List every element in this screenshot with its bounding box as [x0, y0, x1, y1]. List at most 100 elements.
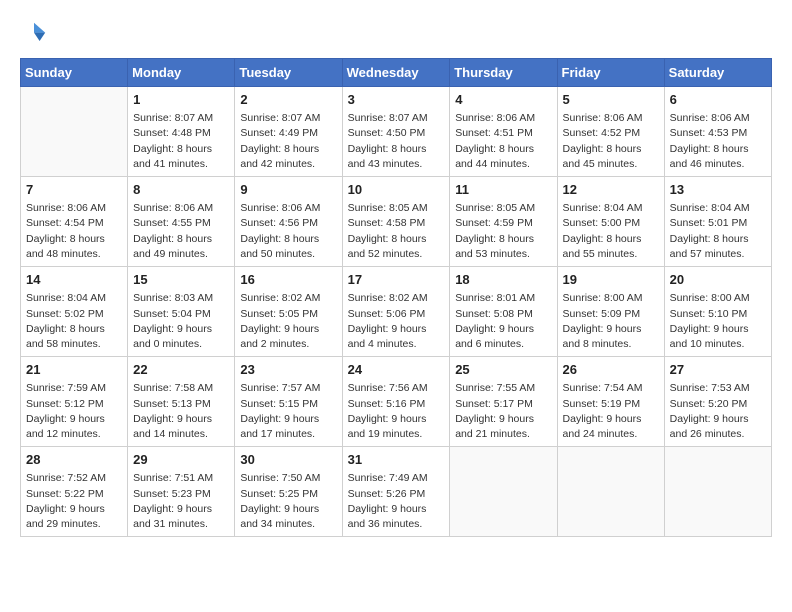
- day-info: Sunrise: 7:58 AMSunset: 5:13 PMDaylight:…: [133, 381, 229, 442]
- column-header-sunday: Sunday: [21, 59, 128, 87]
- day-info: Sunrise: 8:06 AMSunset: 4:56 PMDaylight:…: [240, 201, 336, 262]
- day-info: Sunrise: 7:56 AMSunset: 5:16 PMDaylight:…: [348, 381, 445, 442]
- column-header-tuesday: Tuesday: [235, 59, 342, 87]
- calendar-cell: 8Sunrise: 8:06 AMSunset: 4:55 PMDaylight…: [128, 177, 235, 267]
- day-info: Sunrise: 8:05 AMSunset: 4:59 PMDaylight:…: [455, 201, 551, 262]
- day-info: Sunrise: 8:05 AMSunset: 4:58 PMDaylight:…: [348, 201, 445, 262]
- day-info: Sunrise: 7:55 AMSunset: 5:17 PMDaylight:…: [455, 381, 551, 442]
- calendar-cell: 18 Sunrise: 8:01 AMSunset: 5:08 PMDayligh…: [450, 267, 557, 357]
- calendar-cell: 24 Sunrise: 7:56 AMSunset: 5:16 PMDayligh…: [342, 357, 450, 447]
- day-info: Sunrise: 8:02 AMSunset: 5:06 PMDaylight:…: [348, 291, 445, 352]
- calendar-week-row: 1 Sunrise: 8:07 AMSunset: 4:48 PMDaylight…: [21, 87, 772, 177]
- calendar-cell: 30 Sunrise: 7:50 AMSunset: 5:25 PMDayligh…: [235, 447, 342, 537]
- day-number: 4: [455, 91, 551, 109]
- day-number: 23: [240, 361, 336, 379]
- day-info: Sunrise: 7:57 AMSunset: 5:15 PMDaylight:…: [240, 381, 336, 442]
- day-info: Sunrise: 8:00 AMSunset: 5:10 PMDaylight:…: [670, 291, 766, 352]
- page-header: [20, 20, 772, 48]
- calendar-cell: 13 Sunrise: 8:04 AMSunset: 5:01 PMDayligh…: [664, 177, 771, 267]
- day-info: Sunrise: 7:53 AMSunset: 5:20 PMDaylight:…: [670, 381, 766, 442]
- calendar-cell: 19 Sunrise: 8:00 AMSunset: 5:09 PMDayligh…: [557, 267, 664, 357]
- calendar-week-row: 14 Sunrise: 8:04 AMSunset: 5:02 PMDayligh…: [21, 267, 772, 357]
- day-number: 29: [133, 451, 229, 469]
- calendar-cell: 14 Sunrise: 8:04 AMSunset: 5:02 PMDayligh…: [21, 267, 128, 357]
- calendar-cell: 16 Sunrise: 8:02 AMSunset: 5:05 PMDayligh…: [235, 267, 342, 357]
- calendar-cell: 26 Sunrise: 7:54 AMSunset: 5:19 PMDayligh…: [557, 357, 664, 447]
- day-number: 5: [563, 91, 659, 109]
- day-info: Sunrise: 7:52 AMSunset: 5:22 PMDaylight:…: [26, 471, 122, 532]
- calendar-week-row: 21 Sunrise: 7:59 AMSunset: 5:12 PMDayligh…: [21, 357, 772, 447]
- calendar-cell: 20 Sunrise: 8:00 AMSunset: 5:10 PMDayligh…: [664, 267, 771, 357]
- day-info: Sunrise: 8:04 AMSunset: 5:01 PMDaylight:…: [670, 201, 766, 262]
- day-number: 30: [240, 451, 336, 469]
- logo: [20, 20, 52, 48]
- calendar-header-row: SundayMondayTuesdayWednesdayThursdayFrid…: [21, 59, 772, 87]
- day-info: Sunrise: 7:59 AMSunset: 5:12 PMDaylight:…: [26, 381, 122, 442]
- calendar-cell: 3Sunrise: 8:07 AMSunset: 4:50 PMDaylight…: [342, 87, 450, 177]
- day-number: 6: [670, 91, 766, 109]
- day-info: Sunrise: 7:54 AMSunset: 5:19 PMDaylight:…: [563, 381, 659, 442]
- calendar-cell: 10 Sunrise: 8:05 AMSunset: 4:58 PMDayligh…: [342, 177, 450, 267]
- day-number: 10: [348, 181, 445, 199]
- day-info: Sunrise: 8:07 AMSunset: 4:48 PMDaylight:…: [133, 111, 229, 172]
- day-number: 22: [133, 361, 229, 379]
- column-header-wednesday: Wednesday: [342, 59, 450, 87]
- day-number: 8: [133, 181, 229, 199]
- day-number: 24: [348, 361, 445, 379]
- column-header-thursday: Thursday: [450, 59, 557, 87]
- calendar-cell: 29Sunrise: 7:51 AMSunset: 5:23 PMDayligh…: [128, 447, 235, 537]
- day-number: 15: [133, 271, 229, 289]
- calendar-cell: [664, 447, 771, 537]
- day-info: Sunrise: 8:02 AMSunset: 5:05 PMDaylight:…: [240, 291, 336, 352]
- column-header-monday: Monday: [128, 59, 235, 87]
- calendar-cell: 27Sunrise: 7:53 AMSunset: 5:20 PMDayligh…: [664, 357, 771, 447]
- day-info: Sunrise: 8:01 AMSunset: 5:08 PMDaylight:…: [455, 291, 551, 352]
- day-number: 26: [563, 361, 659, 379]
- column-header-friday: Friday: [557, 59, 664, 87]
- day-number: 18: [455, 271, 551, 289]
- day-number: 2: [240, 91, 336, 109]
- day-number: 12: [563, 181, 659, 199]
- logo-icon: [20, 20, 48, 48]
- calendar-cell: 12Sunrise: 8:04 AMSunset: 5:00 PMDayligh…: [557, 177, 664, 267]
- calendar-cell: 28 Sunrise: 7:52 AMSunset: 5:22 PMDayligh…: [21, 447, 128, 537]
- calendar-cell: [21, 87, 128, 177]
- day-number: 13: [670, 181, 766, 199]
- calendar-cell: 7Sunrise: 8:06 AMSunset: 4:54 PMDaylight…: [21, 177, 128, 267]
- day-info: Sunrise: 8:07 AMSunset: 4:50 PMDaylight:…: [348, 111, 445, 172]
- calendar-cell: 21 Sunrise: 7:59 AMSunset: 5:12 PMDayligh…: [21, 357, 128, 447]
- day-info: Sunrise: 7:49 AMSunset: 5:26 PMDaylight:…: [348, 471, 445, 532]
- calendar-cell: 11 Sunrise: 8:05 AMSunset: 4:59 PMDayligh…: [450, 177, 557, 267]
- day-number: 25: [455, 361, 551, 379]
- calendar-cell: 22 Sunrise: 7:58 AMSunset: 5:13 PMDayligh…: [128, 357, 235, 447]
- day-number: 11: [455, 181, 551, 199]
- calendar-cell: 17 Sunrise: 8:02 AMSunset: 5:06 PMDayligh…: [342, 267, 450, 357]
- day-info: Sunrise: 8:03 AMSunset: 5:04 PMDaylight:…: [133, 291, 229, 352]
- calendar-week-row: 7Sunrise: 8:06 AMSunset: 4:54 PMDaylight…: [21, 177, 772, 267]
- day-info: Sunrise: 8:04 AMSunset: 5:02 PMDaylight:…: [26, 291, 122, 352]
- day-number: 9: [240, 181, 336, 199]
- day-number: 19: [563, 271, 659, 289]
- day-number: 20: [670, 271, 766, 289]
- calendar-cell: 2 Sunrise: 8:07 AMSunset: 4:49 PMDaylight…: [235, 87, 342, 177]
- calendar-cell: [450, 447, 557, 537]
- day-number: 17: [348, 271, 445, 289]
- day-number: 16: [240, 271, 336, 289]
- day-number: 28: [26, 451, 122, 469]
- day-info: Sunrise: 7:50 AMSunset: 5:25 PMDaylight:…: [240, 471, 336, 532]
- day-info: Sunrise: 8:06 AMSunset: 4:51 PMDaylight:…: [455, 111, 551, 172]
- calendar-cell: [557, 447, 664, 537]
- day-info: Sunrise: 8:07 AMSunset: 4:49 PMDaylight:…: [240, 111, 336, 172]
- day-number: 14: [26, 271, 122, 289]
- calendar-cell: 15 Sunrise: 8:03 AMSunset: 5:04 PMDayligh…: [128, 267, 235, 357]
- calendar-cell: 6Sunrise: 8:06 AMSunset: 4:53 PMDaylight…: [664, 87, 771, 177]
- calendar-table: SundayMondayTuesdayWednesdayThursdayFrid…: [20, 58, 772, 537]
- day-info: Sunrise: 8:00 AMSunset: 5:09 PMDaylight:…: [563, 291, 659, 352]
- day-number: 1: [133, 91, 229, 109]
- day-number: 21: [26, 361, 122, 379]
- day-number: 31: [348, 451, 445, 469]
- calendar-cell: 5 Sunrise: 8:06 AMSunset: 4:52 PMDaylight…: [557, 87, 664, 177]
- calendar-cell: 9 Sunrise: 8:06 AMSunset: 4:56 PMDaylight…: [235, 177, 342, 267]
- day-info: Sunrise: 8:06 AMSunset: 4:52 PMDaylight:…: [563, 111, 659, 172]
- day-info: Sunrise: 8:06 AMSunset: 4:54 PMDaylight:…: [26, 201, 122, 262]
